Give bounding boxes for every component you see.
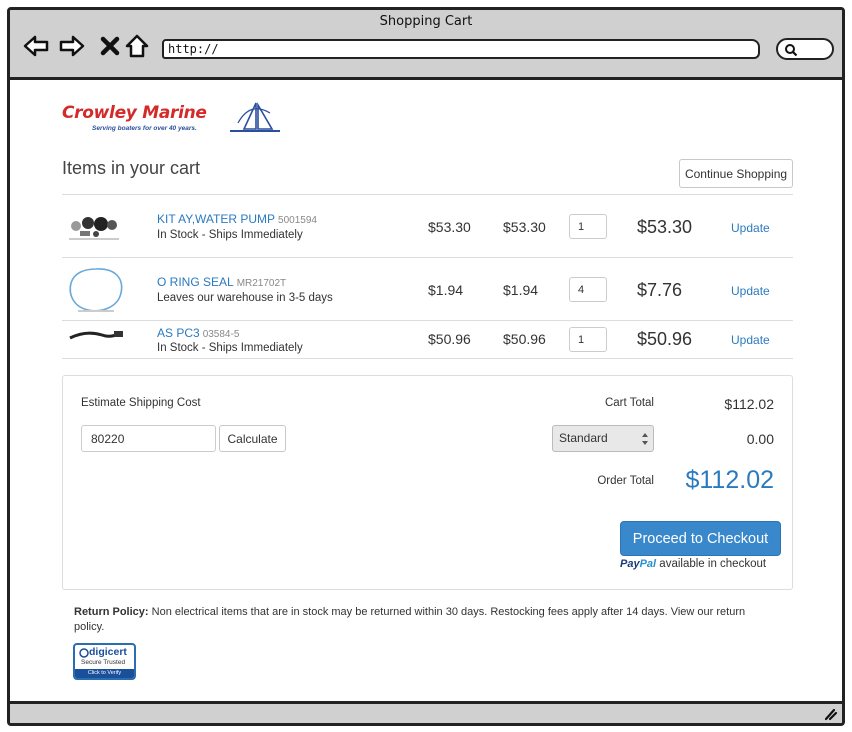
paypal-note: PayPal available in checkout xyxy=(620,558,767,570)
cable-thumbnail[interactable] xyxy=(66,328,126,344)
status-bar xyxy=(10,701,842,723)
return-policy-heading: Return Policy: xyxy=(74,606,149,618)
proceed-to-checkout-button[interactable]: Proceed to Checkout xyxy=(620,521,781,556)
item-total: $53.30 xyxy=(637,217,693,237)
shipping-method-select[interactable]: Standard xyxy=(552,425,654,452)
cart-total-label: Cart Total xyxy=(604,397,654,409)
calculate-button[interactable]: Calculate xyxy=(219,425,286,452)
resize-grip-icon[interactable] xyxy=(822,707,838,721)
item-sale-price: $53.30 xyxy=(503,219,546,235)
item-name-link[interactable]: AS PC3 03584-5 xyxy=(157,326,239,340)
order-total-label: Order Total xyxy=(597,475,654,487)
update-link[interactable]: Update xyxy=(731,333,770,347)
browser-chrome: Shopping Cart http:// xyxy=(10,10,842,80)
item-name-link[interactable]: O RING SEAL MR21702T xyxy=(157,275,286,289)
item-price: $50.96 xyxy=(428,331,471,347)
item-name-link[interactable]: KIT AY,WATER PUMP 5001594 xyxy=(157,212,317,226)
item-total: $50.96 xyxy=(637,329,693,349)
sailboat-icon xyxy=(230,102,280,132)
quantity-input[interactable] xyxy=(569,277,607,302)
quantity-input[interactable] xyxy=(569,327,607,352)
table-row: KIT AY,WATER PUMP 5001594 In Stock - Ship… xyxy=(62,195,793,258)
browser-search-field[interactable] xyxy=(776,38,834,60)
order-total-value: $112.02 xyxy=(685,466,774,494)
table-row: O RING SEAL MR21702T Leaves our warehouse… xyxy=(62,258,793,321)
page-title: Items in your cart xyxy=(62,158,201,178)
cart-table: KIT AY,WATER PUMP 5001594 In Stock - Ship… xyxy=(62,194,793,359)
brand-name: Crowley Marine xyxy=(62,103,207,123)
item-status: In Stock - Ships Immediately xyxy=(157,229,303,241)
o-ring-seal-thumbnail[interactable] xyxy=(66,265,126,315)
table-row: AS PC3 03584-5 In Stock - Ships Immediate… xyxy=(62,321,793,359)
brand-logo[interactable]: Crowley Marine Serving boaters for over … xyxy=(62,102,292,139)
search-icon xyxy=(785,44,798,57)
brand-tagline: Serving boaters for over 40 years. xyxy=(92,125,197,132)
shipping-label: Estimate Shipping Cost xyxy=(81,397,201,409)
quantity-input[interactable] xyxy=(569,214,607,239)
order-summary-panel: Estimate Shipping Cost Calculate Standar… xyxy=(62,375,793,590)
item-status: Leaves our warehouse in 3-5 days xyxy=(157,292,333,304)
home-icon[interactable] xyxy=(123,32,151,60)
item-status: In Stock - Ships Immediately xyxy=(157,342,303,354)
browser-window: Shopping Cart http:// Crowley Marine Ser… xyxy=(7,7,845,726)
page-content: Crowley Marine Serving boaters for over … xyxy=(10,83,842,701)
shipping-method-value: Standard xyxy=(559,431,608,445)
zip-code-input[interactable] xyxy=(81,425,216,452)
continue-shopping-button[interactable]: Continue Shopping xyxy=(679,159,793,188)
item-sale-price: $50.96 xyxy=(503,331,546,347)
stop-x-icon[interactable] xyxy=(96,32,124,60)
water-pump-kit-thumbnail[interactable] xyxy=(66,211,124,241)
url-input[interactable]: http:// xyxy=(162,39,760,59)
digicert-badge[interactable]: digicert Secure Trusted Click to Verify xyxy=(73,643,136,680)
cart-total-value: $112.02 xyxy=(724,396,774,412)
back-arrow-icon[interactable] xyxy=(22,32,50,60)
item-sku: 03584-5 xyxy=(202,329,240,340)
item-sku: MR21702T xyxy=(236,278,287,289)
item-total: $7.76 xyxy=(637,280,683,300)
update-link[interactable]: Update xyxy=(731,221,770,235)
item-sku: 5001594 xyxy=(278,215,317,226)
shipping-cost-value: 0.00 xyxy=(746,431,774,447)
return-policy: Return Policy: Non electrical items that… xyxy=(74,605,774,635)
item-sale-price: $1.94 xyxy=(503,282,539,298)
item-price: $53.30 xyxy=(428,219,471,235)
item-price: $1.94 xyxy=(428,282,464,298)
forward-arrow-icon[interactable] xyxy=(58,32,86,60)
select-arrows-icon xyxy=(642,433,648,445)
return-policy-text: Non electrical items that are in stock m… xyxy=(74,606,746,633)
update-link[interactable]: Update xyxy=(731,284,770,298)
digicert-check-icon xyxy=(79,648,89,658)
paypal-logo: PayPal xyxy=(620,558,657,570)
window-title: Shopping Cart xyxy=(379,14,473,29)
